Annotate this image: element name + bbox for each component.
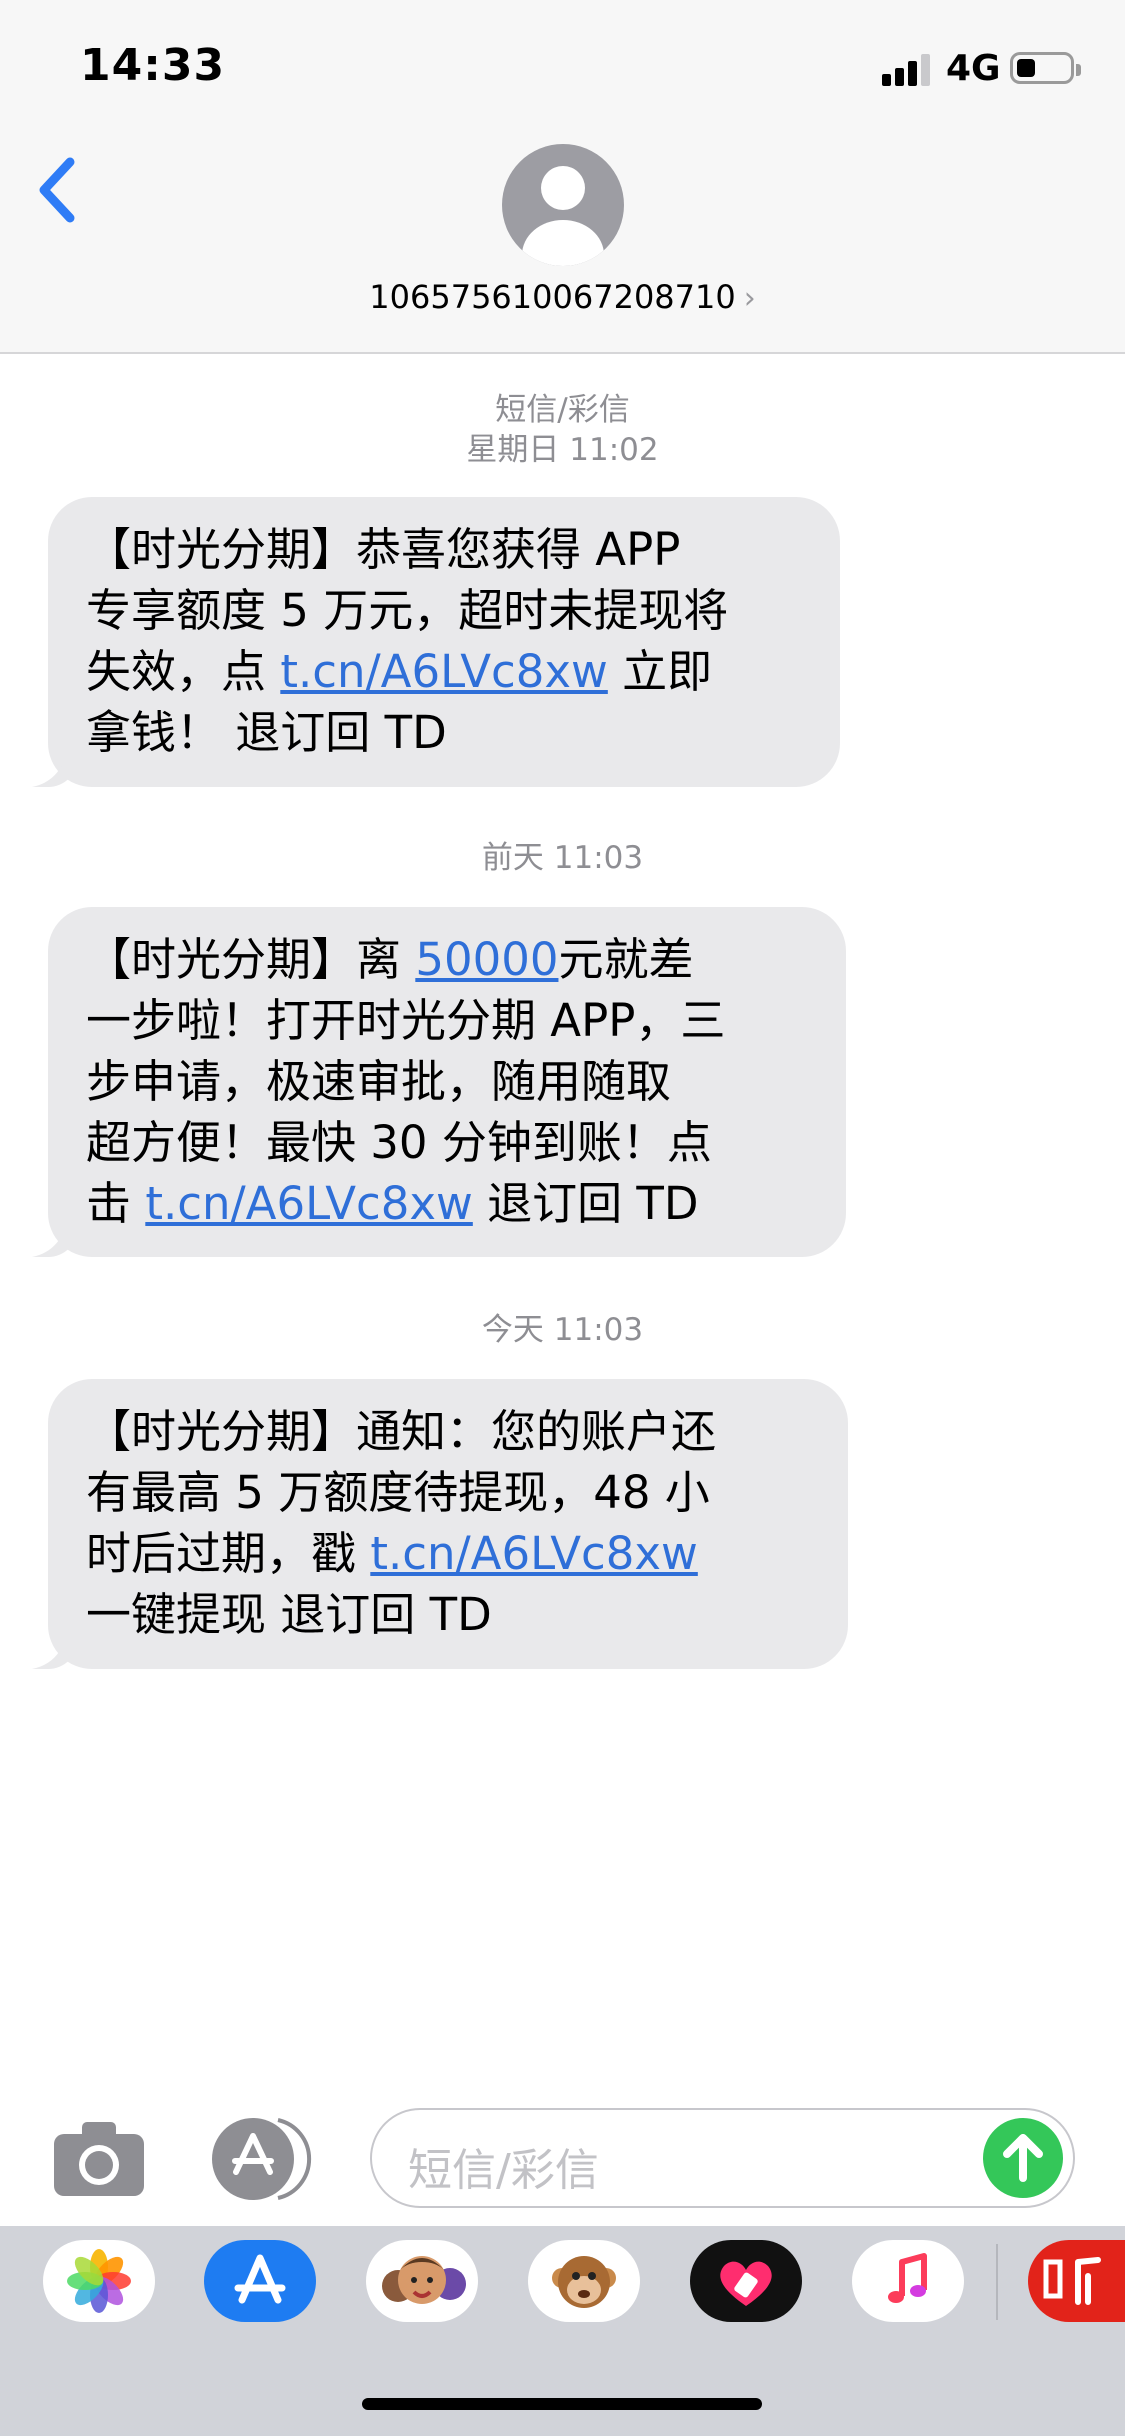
ting-app-icon[interactable] bbox=[1028, 2240, 1125, 2322]
message-time: 星期日 11:02 bbox=[466, 432, 659, 468]
message-text: 步申请，极速审批，随用随取 bbox=[86, 1055, 672, 1108]
message-link[interactable]: 50000 bbox=[415, 933, 558, 986]
message-input-placeholder: 短信/彩信 bbox=[408, 2145, 599, 2196]
message-text: 有最高 5 万额度待提现，48 小 bbox=[86, 1466, 710, 1519]
message-timestamp: 短信/彩信 星期日 11:02 bbox=[0, 390, 1125, 470]
message-text: 【时光分期】恭喜您获得 APP bbox=[86, 523, 681, 576]
message-link[interactable]: t.cn/A6LVc8xw bbox=[280, 645, 608, 698]
message-text: 元就差 bbox=[558, 933, 694, 986]
music-icon[interactable] bbox=[852, 2240, 964, 2322]
apps-button[interactable] bbox=[208, 2116, 316, 2202]
camera-button[interactable] bbox=[52, 2116, 146, 2200]
send-button[interactable] bbox=[983, 2118, 1063, 2198]
cellular-signal-icon bbox=[882, 52, 934, 86]
home-indicator[interactable] bbox=[362, 2398, 762, 2410]
contact-number: 106575610067208710 bbox=[369, 278, 736, 316]
contact-details-button[interactable]: 106575610067208710 › bbox=[0, 278, 1125, 316]
message-text: 一键提现 退订回 TD bbox=[86, 1588, 492, 1641]
status-time: 14:33 bbox=[80, 40, 226, 91]
app-store-icon bbox=[212, 2118, 312, 2200]
app-store-icon[interactable] bbox=[204, 2240, 316, 2322]
message-text: 失效，点 bbox=[86, 645, 281, 698]
message-bubble[interactable]: 【时光分期】通知：您的账户还 有最高 5 万额度待提现，48 小 时后过期，戳 … bbox=[48, 1379, 848, 1669]
message-text: 拿钱！ 退订回 TD bbox=[86, 706, 447, 759]
camera-icon bbox=[54, 2122, 144, 2196]
message-text: 【时光分期】通知：您的账户还 bbox=[86, 1405, 717, 1458]
contact-avatar[interactable] bbox=[502, 144, 624, 266]
conversation-header: 14:33 4G 106575610067208710 › bbox=[0, 0, 1125, 354]
chevron-right-icon: › bbox=[743, 281, 756, 316]
heart-sticker-icon[interactable] bbox=[690, 2240, 802, 2322]
message-link[interactable]: t.cn/A6LVc8xw bbox=[370, 1527, 698, 1580]
message-input[interactable]: 短信/彩信 bbox=[370, 2108, 1075, 2208]
message-text: 击 bbox=[86, 1177, 146, 1230]
message-text: 【时光分期】离 bbox=[86, 933, 416, 986]
message-time: 前天 11:03 bbox=[481, 840, 644, 876]
message-text: 超方便！最快 30 分钟到账！点 bbox=[86, 1116, 712, 1169]
memoji-icon[interactable] bbox=[366, 2240, 478, 2322]
message-text: 退订回 TD bbox=[472, 1177, 699, 1230]
message-type-label: 短信/彩信 bbox=[495, 392, 630, 428]
back-button[interactable] bbox=[30, 150, 90, 230]
message-time: 今天 11:03 bbox=[481, 1312, 644, 1348]
message-link[interactable]: t.cn/A6LVc8xw bbox=[145, 1177, 473, 1230]
arrow-up-icon bbox=[1003, 2134, 1043, 2182]
dock-divider bbox=[996, 2244, 998, 2320]
message-text: 立即 bbox=[607, 645, 713, 698]
message-bubble[interactable]: 【时光分期】离 50000元就差 一步啦！打开时光分期 APP，三 步申请，极速… bbox=[48, 907, 846, 1257]
message-timestamp: 今天 11:03 bbox=[0, 1310, 1125, 1350]
photos-icon[interactable] bbox=[43, 2240, 155, 2322]
battery-icon bbox=[1010, 52, 1081, 84]
animoji-icon[interactable] bbox=[528, 2240, 640, 2322]
network-type: 4G bbox=[946, 48, 1001, 89]
message-text: 一步啦！打开时光分期 APP，三 bbox=[86, 994, 726, 1047]
message-bubble[interactable]: 【时光分期】恭喜您获得 APP 专享额度 5 万元，超时未提现将 失效，点 t.… bbox=[48, 497, 840, 787]
chevron-left-icon bbox=[39, 157, 75, 223]
message-text: 时后过期，戳 bbox=[86, 1527, 371, 1580]
message-timestamp: 前天 11:03 bbox=[0, 838, 1125, 878]
message-text: 专享额度 5 万元，超时未提现将 bbox=[86, 584, 729, 637]
